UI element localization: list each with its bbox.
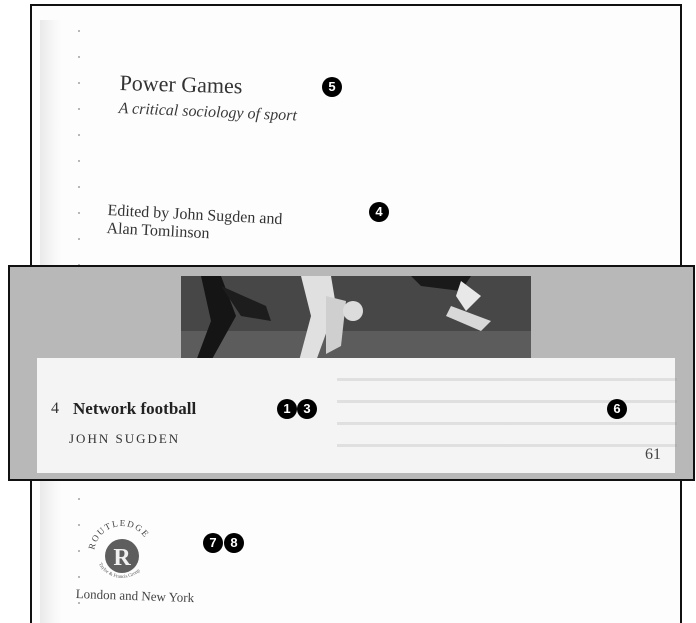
marker-6[interactable]: 6 xyxy=(607,399,627,419)
chapter-page-number: 61 xyxy=(645,446,661,463)
marker-4[interactable]: 4 xyxy=(369,202,389,222)
screenshot: Power Games A critical sociology of spor… xyxy=(0,0,696,623)
routledge-logo: ROUTLEDGE R Taylor & Francis Group xyxy=(86,518,150,580)
football-photo xyxy=(181,276,531,361)
marker-5[interactable]: 5 xyxy=(322,77,342,97)
chapter-title: Network football xyxy=(73,399,197,418)
bleed-through-text xyxy=(337,364,677,464)
marker-1[interactable]: 1 xyxy=(277,399,297,419)
logo-r: R xyxy=(113,545,131,571)
chapter-number: 4 xyxy=(51,400,59,417)
book-title: Power Games xyxy=(119,70,243,99)
marker-8[interactable]: 8 xyxy=(224,533,244,553)
chapter-card: 4 Network football JOHN SUGDEN 61 xyxy=(37,358,677,473)
marker-7[interactable]: 7 xyxy=(203,533,223,553)
marker-3[interactable]: 3 xyxy=(297,399,317,419)
chapter-author: JOHN SUGDEN xyxy=(69,431,181,446)
